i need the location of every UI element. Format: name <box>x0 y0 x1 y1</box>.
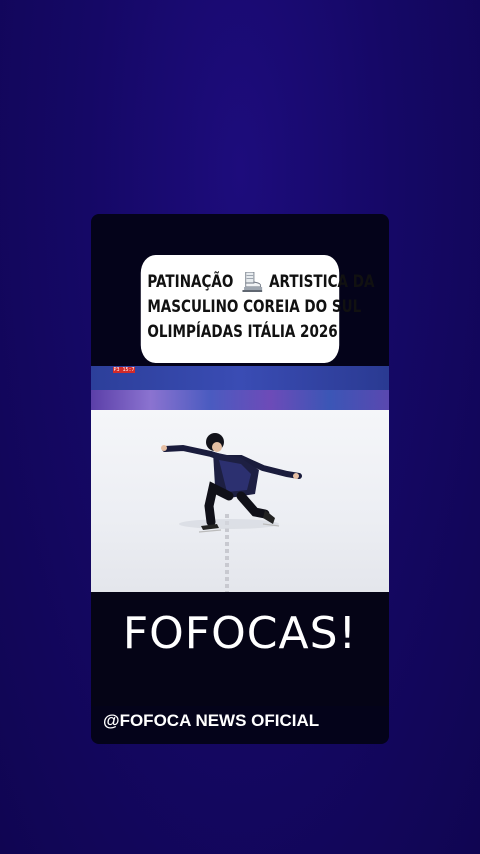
caption-box: PATINAÇÃO ARTISTICA DA MASCULINO COREIA … <box>140 255 374 363</box>
brand-banner: FOFOCAS! <box>91 592 389 706</box>
brand-logo: FOFOCAS! <box>122 608 358 659</box>
caption-line-3: OLIMPÍADAS ITÁLIA 2026 <box>147 322 338 341</box>
caption-line-1: PATINAÇÃO ARTISTICA DA <box>147 269 374 294</box>
ice-skate-icon <box>242 271 262 292</box>
caption-text-1: PATINAÇÃO <box>147 272 234 291</box>
caption-line-2: MASCULINO COREIA DO SUL <box>147 297 362 316</box>
story-card[interactable]: PATINAÇÃO ARTISTICA DA MASCULINO COREIA … <box>91 214 389 744</box>
skating-photo: P3 15:7 <box>91 366 389 592</box>
caption-text-2: ARTISTICA DA <box>269 272 375 291</box>
account-handle[interactable]: @FOFOCA NEWS OFICIAL <box>103 706 383 736</box>
skater-figure <box>161 433 302 533</box>
